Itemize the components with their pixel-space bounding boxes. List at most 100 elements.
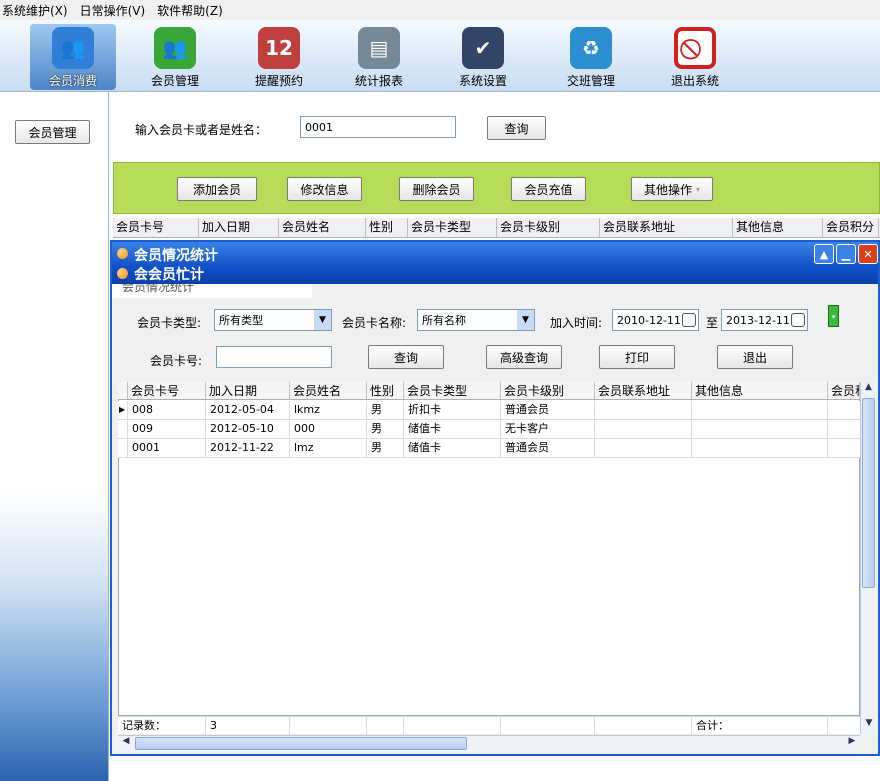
- minimize-icon[interactable]: ▁: [836, 244, 856, 264]
- row-pointer-icon: ▶: [118, 401, 128, 419]
- toolbar-exit[interactable]: ⃠ 退出系统: [652, 24, 738, 90]
- scroll-up-icon[interactable]: ▲: [861, 382, 876, 398]
- column-header[interactable]: 其他信息: [692, 382, 828, 399]
- column-header[interactable]: 会员卡类型: [408, 218, 497, 237]
- toolbar-label: 会员管理: [150, 74, 199, 88]
- cell: 储值卡: [404, 420, 501, 438]
- table-row[interactable]: ▶ 008 2012-05-04 lkmz 男 折扣卡 普通会员: [118, 401, 860, 420]
- search-button[interactable]: 查询: [487, 116, 546, 140]
- report-icon: ▤: [358, 27, 400, 69]
- search-input[interactable]: 0001: [300, 116, 456, 138]
- chevron-down-icon: ▾: [696, 184, 701, 194]
- toolbar-report[interactable]: ▤ 统计报表: [336, 24, 422, 90]
- column-header[interactable]: 会员卡号: [128, 382, 206, 399]
- cell: 000: [290, 420, 367, 438]
- print-button[interactable]: 打印: [599, 345, 675, 369]
- horizontal-scrollbar[interactable]: ◀ ▶: [118, 735, 860, 751]
- restore-icon[interactable]: ▲: [814, 244, 834, 264]
- scroll-right-icon[interactable]: ▶: [844, 736, 860, 746]
- recharge-button[interactable]: 会员充值: [511, 177, 586, 201]
- members-manage-icon: 👥: [154, 27, 196, 69]
- column-header[interactable]: 会员联系地址: [595, 382, 692, 399]
- column-header[interactable]: 会员积分: [823, 218, 879, 237]
- card-type-label: 会员卡类型:: [137, 316, 202, 330]
- app-icon: [117, 248, 128, 259]
- column-header[interactable]: 加入日期: [206, 382, 290, 399]
- toolbar-reminder[interactable]: 12 提醒预约: [236, 24, 322, 90]
- date-from-value: 2010-12-11: [617, 313, 681, 327]
- table-row[interactable]: 009 2012-05-10 000 男 储值卡 无卡客户: [118, 420, 860, 439]
- cell: 储值卡: [404, 439, 501, 457]
- column-header[interactable]: 会员积: [828, 382, 860, 399]
- ghost-title-strip: 会员情况统计: [112, 284, 312, 298]
- column-header[interactable]: 会员姓名: [279, 218, 366, 237]
- toolbar-label: 提醒预约: [254, 74, 303, 88]
- edit-info-button[interactable]: 修改信息: [287, 177, 362, 201]
- cell: 2012-05-04: [206, 401, 290, 419]
- toolbar-settings[interactable]: ✔ 系统设置: [440, 24, 526, 90]
- toolbar-members-manage[interactable]: 👥 会员管理: [132, 24, 218, 90]
- column-header[interactable]: 会员卡级别: [501, 382, 595, 399]
- cell: 普通会员: [501, 401, 595, 419]
- delete-member-button[interactable]: 删除会员: [399, 177, 474, 201]
- cell: [692, 420, 828, 438]
- cell: 无卡客户: [501, 420, 595, 438]
- other-actions-button[interactable]: 其他操作 ▾: [631, 177, 713, 201]
- toolbar-label: 退出系统: [670, 74, 719, 88]
- scroll-thumb[interactable]: [862, 398, 875, 588]
- scroll-down-icon[interactable]: ▼: [861, 718, 877, 734]
- members-consume-icon: 👥: [52, 27, 94, 69]
- exit-button[interactable]: 退出: [717, 345, 793, 369]
- cell: 008: [128, 401, 206, 419]
- card-no-input[interactable]: [216, 346, 332, 368]
- toolbar-members-consume[interactable]: 👥 会员消费: [30, 24, 116, 90]
- vertical-scrollbar[interactable]: ▲ ▼: [860, 382, 876, 734]
- cell: [595, 401, 692, 419]
- query-button[interactable]: 查询: [368, 345, 444, 369]
- chevron-down-icon[interactable]: ▼: [517, 310, 534, 330]
- cell: [595, 439, 692, 457]
- card-type-value: 所有类型: [219, 314, 263, 327]
- column-header[interactable]: 其他信息: [733, 218, 823, 237]
- cell: 0001: [128, 439, 206, 457]
- card-type-select[interactable]: 所有类型 ▼: [214, 309, 332, 331]
- toolbar-label: 统计报表: [354, 74, 403, 88]
- cell: lmz: [290, 439, 367, 457]
- cell: 2012-05-10: [206, 420, 290, 438]
- stats-dialog: 会员情况统计 会会员忙计 ▲ ▁ ✕ 会员情况统计 会员卡类型: 所有类型 ▼ 会…: [110, 240, 880, 756]
- calendar-icon[interactable]: [682, 313, 696, 327]
- main-grid-header: 会员卡号 加入日期 会员姓名 性别 会员卡类型 会员卡级别 会员联系地址 其他信…: [113, 218, 880, 238]
- close-icon[interactable]: ✕: [858, 244, 878, 264]
- join-time-label: 加入时间:: [550, 316, 603, 330]
- scroll-thumb[interactable]: [135, 737, 467, 750]
- date-from-picker[interactable]: 2010-12-11: [612, 309, 699, 331]
- column-header[interactable]: 会员联系地址: [600, 218, 733, 237]
- column-header[interactable]: 会员卡级别: [497, 218, 600, 237]
- toolbar-shift[interactable]: ♻ 交班管理: [548, 24, 634, 90]
- column-header[interactable]: 会员姓名: [290, 382, 367, 399]
- column-header[interactable]: 加入日期: [199, 218, 279, 237]
- add-member-button[interactable]: 添加会员: [177, 177, 257, 201]
- indicator-icon[interactable]: ▾: [828, 305, 839, 327]
- table-row[interactable]: 0001 2012-11-22 lmz 男 储值卡 普通会员: [118, 439, 860, 458]
- menu-help[interactable]: 软件帮助(Z): [157, 2, 223, 19]
- column-header[interactable]: 性别: [367, 382, 404, 399]
- card-name-select[interactable]: 所有名称 ▼: [417, 309, 535, 331]
- column-header[interactable]: 会员卡类型: [404, 382, 501, 399]
- scroll-left-icon[interactable]: ◀: [118, 736, 134, 746]
- card-name-value: 所有名称: [422, 314, 466, 327]
- menu-system[interactable]: 系统维护(X): [2, 2, 68, 19]
- cell: [595, 420, 692, 438]
- cell: 男: [367, 401, 404, 419]
- menu-daily[interactable]: 日常操作(V): [80, 2, 146, 19]
- chevron-down-icon[interactable]: ▼: [314, 310, 331, 330]
- column-header[interactable]: 会员卡号: [113, 218, 199, 237]
- date-to-picker[interactable]: 2013-12-11: [721, 309, 808, 331]
- app-icon: [117, 268, 128, 279]
- member-manage-button[interactable]: 会员管理: [15, 120, 90, 144]
- shift-icon: ♻: [570, 27, 612, 69]
- calendar-icon[interactable]: [791, 313, 805, 327]
- advanced-query-button[interactable]: 高级查询: [486, 345, 562, 369]
- dialog-title-bar: 会员情况统计 会会员忙计 ▲ ▁ ✕: [112, 242, 878, 284]
- column-header[interactable]: 性别: [366, 218, 408, 237]
